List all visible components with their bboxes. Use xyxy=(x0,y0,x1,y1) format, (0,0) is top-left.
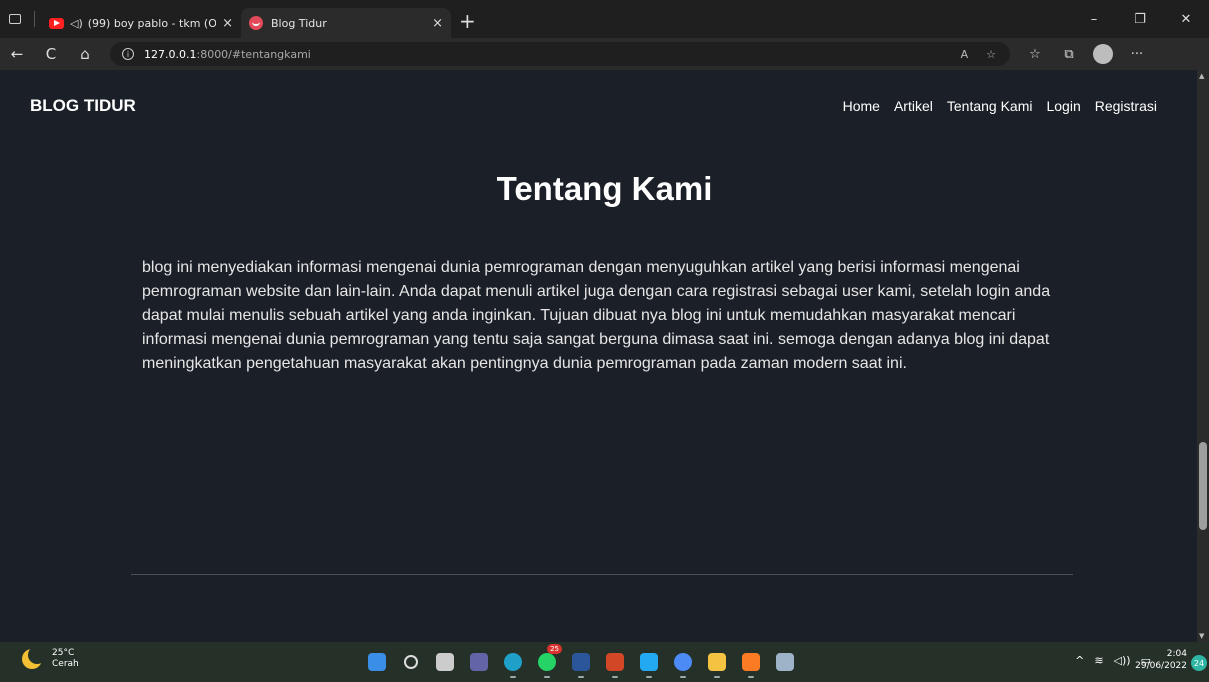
nav-registrasi[interactable]: Registrasi xyxy=(1095,98,1157,114)
taskbar-search-icon[interactable] xyxy=(398,650,424,674)
task-view-icon xyxy=(436,653,454,671)
footer-divider xyxy=(131,574,1073,575)
about-paragraph: blog ini menyediakan informasi mengenai … xyxy=(142,259,1051,372)
whatsapp-badge: 25 xyxy=(547,644,562,654)
tab-title: (99) boy pablo - tkm (Officia xyxy=(87,16,217,30)
taskbar-file-explorer-icon[interactable] xyxy=(704,650,730,678)
read-aloud-icon[interactable]: A xyxy=(961,48,969,61)
favorites-icon[interactable]: ☆ xyxy=(1018,38,1052,70)
word-icon xyxy=(572,653,590,671)
moon-icon xyxy=(22,646,46,669)
search-icon xyxy=(404,655,418,669)
taskbar-task-view-icon[interactable] xyxy=(432,650,458,674)
weather-temp: 25°C xyxy=(52,648,75,658)
taskbar-word-icon[interactable] xyxy=(568,650,594,678)
clock-time: 2:04 xyxy=(1166,649,1187,659)
close-tab-icon[interactable]: × xyxy=(432,16,443,31)
tab-youtube[interactable]: ◁) (99) boy pablo - tkm (Officia × xyxy=(41,8,241,38)
page-scrollbar[interactable]: ▲ ▼ xyxy=(1197,70,1209,642)
tray-chevron-icon[interactable]: ^ xyxy=(1075,654,1084,667)
site-info-icon[interactable]: i xyxy=(122,48,134,60)
browser-tab-bar: ◁) (99) boy pablo - tkm (Officia × Blog … xyxy=(0,0,1209,38)
xampp-icon xyxy=(742,653,760,671)
taskbar-powerpoint-icon[interactable] xyxy=(602,650,628,678)
taskbar-xampp-icon[interactable] xyxy=(738,650,764,678)
scroll-down-icon[interactable]: ▼ xyxy=(1199,632,1204,640)
edge-icon xyxy=(504,653,522,671)
scroll-thumb[interactable] xyxy=(1199,442,1207,530)
windows-start-icon xyxy=(368,653,386,671)
tab-title: Blog Tidur xyxy=(271,16,327,30)
profile-avatar[interactable] xyxy=(1093,44,1113,64)
back-button[interactable]: ← xyxy=(0,38,34,70)
url-host: 127.0.0.1 xyxy=(144,47,197,61)
tab-blog-tidur[interactable]: Blog Tidur × xyxy=(241,8,451,38)
tab-separator xyxy=(34,11,35,27)
close-tab-icon[interactable]: × xyxy=(222,16,233,31)
taskbar-windows-start-icon[interactable] xyxy=(364,650,390,674)
page-title: Tentang Kami xyxy=(496,170,713,207)
site-brand[interactable]: BLOG TIDUR xyxy=(30,96,136,116)
collections-icon[interactable]: ⧉ xyxy=(1052,38,1086,70)
taskbar-edge-icon[interactable] xyxy=(500,650,526,678)
powerpoint-icon xyxy=(606,653,624,671)
taskbar-teams-chat-icon[interactable] xyxy=(466,650,492,674)
taskbar-clock[interactable]: 2:04 29/06/2022 xyxy=(1135,648,1187,672)
add-favorite-icon[interactable]: ☆ xyxy=(986,48,996,61)
weather-condition: Cerah xyxy=(52,659,79,669)
page-content: BLOG TIDUR Home Artikel Tentang Kami Log… xyxy=(0,70,1197,642)
chrome-icon xyxy=(674,653,692,671)
scroll-up-icon[interactable]: ▲ xyxy=(1199,72,1204,80)
minimize-button[interactable]: – xyxy=(1071,0,1117,38)
taskbar-apps: 25 xyxy=(364,644,798,678)
settings-icon xyxy=(776,653,794,671)
nav-tentang-kami[interactable]: Tentang Kami xyxy=(947,98,1033,114)
site-nav: Home Artikel Tentang Kami Login Registra… xyxy=(843,98,1157,114)
close-window-button[interactable]: ✕ xyxy=(1163,0,1209,38)
file-explorer-icon xyxy=(708,653,726,671)
whatsapp-icon xyxy=(538,653,556,671)
speaker-icon[interactable]: ◁) xyxy=(70,17,83,30)
tab-actions-icon[interactable] xyxy=(0,0,30,38)
taskbar-vscode-icon[interactable] xyxy=(636,650,662,678)
notification-badge[interactable]: 24 xyxy=(1191,655,1207,671)
teams-chat-icon xyxy=(470,653,488,671)
vscode-icon xyxy=(640,653,658,671)
nav-artikel[interactable]: Artikel xyxy=(894,98,933,114)
window-controls: – ❐ ✕ xyxy=(1071,0,1209,38)
taskbar-whatsapp-icon[interactable]: 25 xyxy=(534,644,562,678)
address-toolbar: ← C ⌂ i 127.0.0.1:8000/#tentangkami A ☆ … xyxy=(0,38,1209,70)
volume-icon[interactable]: ◁)) xyxy=(1114,654,1131,667)
windows-taskbar: 25°C Cerah 25 ^ ≋ ◁)) ▭ 2:04 29/06/2022 … xyxy=(0,642,1209,682)
clock-date: 29/06/2022 xyxy=(1135,661,1187,671)
nav-login[interactable]: Login xyxy=(1046,98,1080,114)
weather-widget[interactable]: 25°C Cerah xyxy=(22,646,79,670)
new-tab-button[interactable]: + xyxy=(459,9,476,33)
url-bar[interactable]: i 127.0.0.1:8000/#tentangkami A ☆ xyxy=(110,42,1010,66)
url-path: :8000/#tentangkami xyxy=(196,47,311,61)
wifi-icon[interactable]: ≋ xyxy=(1094,654,1103,667)
more-menu-icon[interactable]: ··· xyxy=(1120,38,1154,70)
blog-favicon-icon xyxy=(249,16,263,30)
reload-button[interactable]: C xyxy=(34,38,68,70)
youtube-icon xyxy=(49,17,64,29)
home-button[interactable]: ⌂ xyxy=(68,38,102,70)
taskbar-settings-icon[interactable] xyxy=(772,650,798,674)
taskbar-chrome-icon[interactable] xyxy=(670,650,696,678)
nav-home[interactable]: Home xyxy=(843,98,880,114)
restore-button[interactable]: ❐ xyxy=(1117,0,1163,38)
